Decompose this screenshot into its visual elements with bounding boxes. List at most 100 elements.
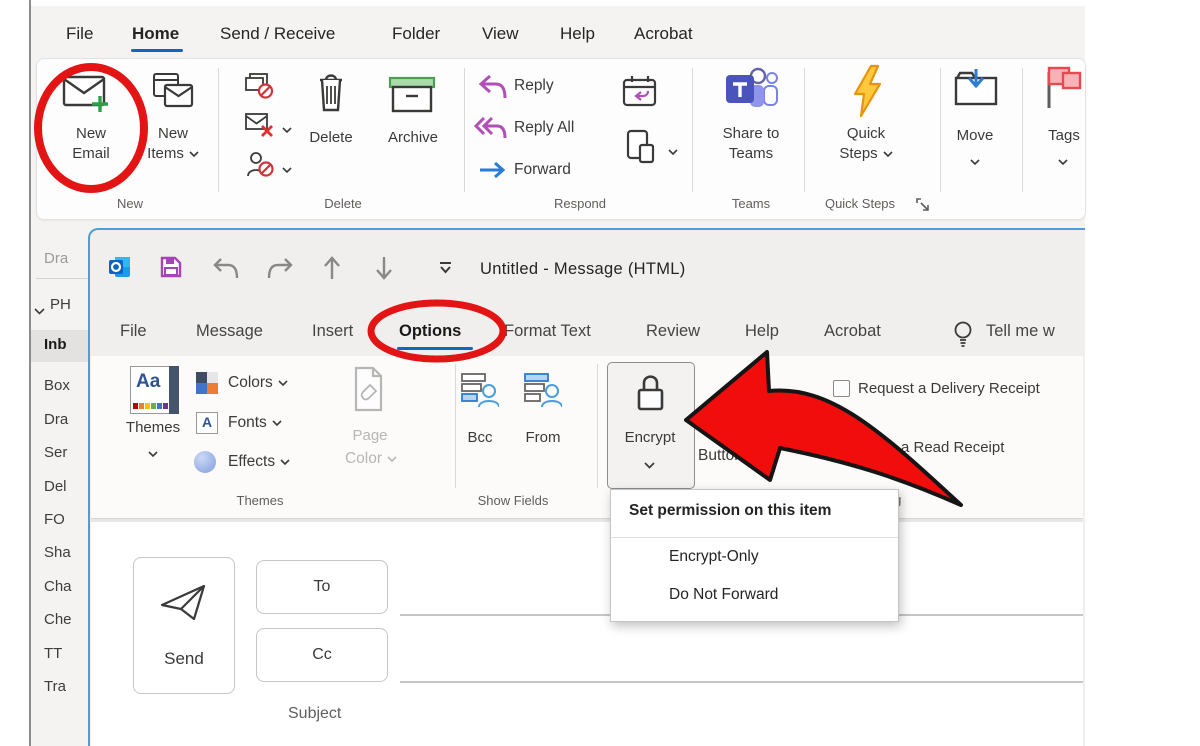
- chevron-down-icon[interactable]: [282, 160, 292, 178]
- chevron-down-icon[interactable]: [1058, 152, 1068, 170]
- read-receipt-checkbox[interactable]: [833, 439, 850, 456]
- tags-icon: [1044, 64, 1084, 115]
- tags-button[interactable]: Tags: [1036, 126, 1092, 146]
- menu-help[interactable]: Help: [560, 24, 595, 44]
- junk-email-icon[interactable]: [244, 112, 274, 143]
- delivery-receipt-label[interactable]: Request a Delivery Receipt: [858, 380, 1040, 397]
- reply-button[interactable]: Reply: [514, 77, 554, 95]
- effects-label: Effects: [228, 453, 275, 471]
- compose-tab-file[interactable]: File: [120, 322, 147, 341]
- compose-tab-options[interactable]: Options: [399, 322, 461, 341]
- group-separator: [218, 68, 219, 192]
- cc-field[interactable]: [400, 681, 1083, 683]
- compose-tab-insert[interactable]: Insert: [312, 322, 353, 341]
- sidebar-item-inbox[interactable]: Inb: [44, 336, 67, 353]
- from-icon: [524, 370, 562, 413]
- sidebar-item[interactable]: Dra: [44, 411, 68, 428]
- sidebar-item[interactable]: Ser: [44, 444, 67, 461]
- meeting-icon[interactable]: [622, 74, 658, 113]
- delete-button[interactable]: Delete: [300, 128, 362, 148]
- block-sender-icon[interactable]: [246, 150, 274, 183]
- chevron-down-icon[interactable]: [970, 152, 980, 170]
- dropdown-header: Set permission on this item: [629, 502, 831, 520]
- compose-tab-format-text[interactable]: Format Text: [504, 322, 591, 341]
- to-button[interactable]: To: [256, 560, 388, 614]
- delete-icon: [314, 72, 348, 119]
- menu-acrobat[interactable]: Acrobat: [634, 24, 693, 44]
- ignore-icon[interactable]: [244, 72, 274, 105]
- page-color-label-2: Color: [340, 450, 402, 468]
- themes-icon: Aa: [130, 366, 170, 414]
- encrypt-dropdown-menu: Set permission on this item Encrypt-Only…: [610, 489, 899, 622]
- effects-button[interactable]: Effects: [228, 453, 290, 471]
- read-receipt-label[interactable]: a Read Receipt: [901, 439, 1004, 456]
- move-up-icon[interactable]: [322, 255, 342, 286]
- from-button[interactable]: From: [518, 428, 568, 448]
- sidebar-item[interactable]: Del: [44, 478, 67, 495]
- chevron-expand-icon[interactable]: [34, 302, 45, 320]
- colors-button[interactable]: Colors: [228, 374, 288, 392]
- menu-home-underline: [131, 49, 183, 52]
- compose-tab-review[interactable]: Review: [646, 322, 700, 341]
- quick-steps-button[interactable]: Quick Steps: [826, 124, 906, 164]
- forward-button[interactable]: Forward: [514, 161, 571, 179]
- sidebar-item[interactable]: Cha: [44, 578, 72, 595]
- outlook-logo-icon: [108, 255, 132, 284]
- sidebar-item[interactable]: Box: [44, 377, 70, 394]
- cc-button[interactable]: Cc: [256, 628, 388, 682]
- tell-me-search[interactable]: Tell me w: [986, 322, 1083, 341]
- sidebar-item[interactable]: Sha: [44, 544, 71, 561]
- sidebar-item[interactable]: Dra: [44, 250, 68, 267]
- redo-icon[interactable]: [266, 257, 294, 286]
- voting-buttons-button[interactable]: Buttons: [698, 447, 766, 465]
- fonts-label: Fonts: [228, 414, 267, 432]
- bcc-button[interactable]: Bcc: [460, 428, 500, 448]
- send-label: Send: [134, 649, 234, 669]
- compose-body: [91, 522, 1083, 746]
- sidebar-item[interactable]: FO: [44, 511, 65, 528]
- group-label-respond: Respond: [540, 196, 620, 211]
- menu-item-do-not-forward[interactable]: Do Not Forward: [669, 586, 778, 604]
- save-icon[interactable]: [160, 256, 182, 283]
- archive-button[interactable]: Archive: [378, 128, 448, 148]
- compose-tab-message[interactable]: Message: [196, 322, 263, 341]
- menu-file[interactable]: File: [66, 24, 93, 44]
- move-button[interactable]: Move: [945, 126, 1005, 146]
- themes-button[interactable]: Themes: [116, 418, 190, 438]
- delivery-receipt-checkbox[interactable]: [833, 380, 850, 397]
- fonts-button[interactable]: Fonts: [228, 414, 282, 432]
- compose-tab-acrobat[interactable]: Acrobat: [824, 322, 881, 341]
- message-window-title: Untitled - Message (HTML): [480, 260, 686, 279]
- customize-toolbar-icon[interactable]: [438, 261, 453, 279]
- menu-folder[interactable]: Folder: [392, 24, 440, 44]
- chevron-down-icon[interactable]: [668, 142, 678, 160]
- devices-icon[interactable]: [626, 128, 656, 169]
- chevron-down-icon: [272, 420, 282, 426]
- screenshot-canvas: File Home Send / Receive Folder View Hel…: [0, 0, 1200, 746]
- chevron-down-icon[interactable]: [282, 120, 292, 138]
- menu-view[interactable]: View: [482, 24, 519, 44]
- sidebar-item[interactable]: Che: [44, 611, 72, 628]
- group-separator: [1022, 68, 1023, 192]
- group-label-show-fields: Show Fields: [463, 493, 563, 508]
- chevron-down-icon: [756, 453, 766, 459]
- chevron-down-icon[interactable]: [148, 444, 158, 462]
- colors-icon: [196, 372, 218, 394]
- sidebar-account[interactable]: PH: [50, 296, 71, 313]
- send-button[interactable]: Send: [133, 557, 235, 694]
- compose-tab-help[interactable]: Help: [745, 322, 779, 341]
- menu-item-encrypt-only[interactable]: Encrypt-Only: [669, 548, 759, 566]
- new-email-label-1: New: [52, 124, 130, 144]
- colors-label: Colors: [228, 374, 273, 392]
- move-down-icon[interactable]: [374, 255, 394, 286]
- undo-icon[interactable]: [212, 257, 240, 286]
- dialog-launcher-icon[interactable]: [916, 198, 930, 217]
- menu-send-receive[interactable]: Send / Receive: [220, 24, 335, 44]
- share-to-teams-button[interactable]: Share to Teams: [711, 124, 791, 164]
- new-email-button[interactable]: New Email: [52, 124, 130, 164]
- new-items-button[interactable]: New Items: [133, 124, 213, 164]
- menu-home[interactable]: Home: [132, 24, 179, 44]
- reply-all-button[interactable]: Reply All: [514, 119, 574, 137]
- sidebar-item[interactable]: Tra: [44, 678, 66, 695]
- sidebar-item[interactable]: TT: [44, 645, 62, 662]
